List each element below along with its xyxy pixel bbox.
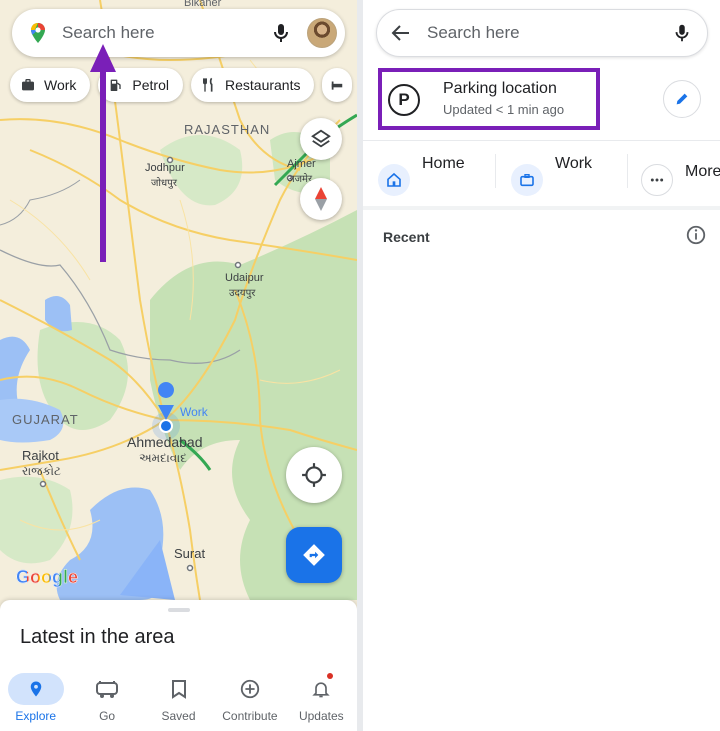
sheet-title: Latest in the area	[20, 626, 175, 648]
nav-updates[interactable]: Updates	[286, 667, 357, 731]
parking-updated-time: Updated < 1 min ago	[443, 102, 565, 117]
home-icon	[378, 164, 410, 196]
car-icon	[79, 673, 135, 705]
place-work-label: Work	[555, 155, 593, 172]
chip-work-label: Work	[44, 77, 77, 93]
more-dots-icon	[641, 164, 673, 196]
nav-saved[interactable]: Saved	[143, 667, 214, 731]
nav-go-label: Go	[99, 709, 116, 723]
pencil-icon	[676, 93, 688, 105]
nav-go[interactable]: Go	[71, 667, 142, 731]
add-circle-icon	[222, 673, 278, 705]
nav-updates-label: Updates	[298, 709, 344, 723]
places-separator	[495, 154, 496, 188]
my-location-button[interactable]	[286, 447, 342, 503]
nav-contribute[interactable]: Contribute	[214, 667, 285, 731]
maps-logo-icon	[31, 23, 45, 43]
location-pin-icon	[7, 673, 64, 705]
notification-dot	[326, 673, 333, 679]
crosshair-icon	[302, 463, 326, 487]
layers-button[interactable]	[300, 118, 342, 160]
map-label-rajasthan: RAJASTHAN	[184, 122, 271, 137]
map-label-ahmedabad: Ahmedabad	[127, 434, 203, 450]
map-label-ahmedabad-local: અમદાવાદ	[139, 451, 187, 465]
map-label-udaipur-local: उदयपुर	[229, 288, 256, 299]
search-input[interactable]: Search here	[427, 23, 671, 43]
map-label-ajmer: Ajmer	[287, 158, 316, 170]
layers-icon	[311, 129, 331, 148]
nav-saved-label: Saved	[161, 709, 196, 723]
search-screen: Search here P Parking location Updated <…	[363, 0, 720, 731]
maps-home-screen: Bikaner RAJASTHAN Jodhpur जोधपुर Ajmer अ…	[0, 0, 357, 731]
bell-icon	[293, 673, 349, 705]
parking-title: Parking location	[443, 80, 557, 97]
map-label-rajkot: Rajkot	[22, 448, 59, 463]
place-home[interactable]: Home	[378, 150, 465, 196]
nav-explore[interactable]: Explore	[0, 667, 71, 731]
place-more-label: More	[685, 163, 720, 180]
compass-button[interactable]	[300, 178, 342, 220]
briefcase-icon	[22, 79, 34, 91]
bed-icon	[332, 81, 343, 90]
chip-restaurants[interactable]: Restaurants	[191, 68, 315, 102]
saved-places-row: Home Work More	[363, 140, 720, 202]
parking-location-row[interactable]: P Parking location Updated < 1 min ago	[363, 64, 720, 136]
search-bar-active[interactable]: Search here	[376, 9, 708, 57]
category-chips: Work Petrol Restaurants	[10, 68, 353, 104]
map-label-udaipur: Udaipur	[225, 272, 264, 284]
section-divider-thick	[363, 206, 720, 210]
map-label-bikaner: Bikaner	[184, 0, 222, 9]
place-work[interactable]: Work	[511, 150, 592, 196]
search-bar[interactable]: Search here	[12, 9, 345, 57]
microphone-icon[interactable]	[671, 22, 693, 44]
chip-petrol-label: Petrol	[132, 77, 169, 93]
directions-icon	[303, 544, 325, 566]
avatar[interactable]	[307, 18, 337, 48]
briefcase-icon	[511, 164, 543, 196]
annotation-arrow-icon	[90, 44, 116, 262]
map-label-rajkot-local: રાજકોટ	[22, 464, 61, 478]
nav-explore-label: Explore	[15, 709, 57, 723]
back-arrow-icon[interactable]	[389, 21, 413, 45]
chip-restaurants-label: Restaurants	[225, 77, 301, 93]
info-icon[interactable]	[685, 224, 707, 246]
nav-contribute-label: Contribute	[222, 709, 278, 723]
map-label-gujarat: GUJARAT	[12, 412, 79, 427]
bookmark-icon	[151, 673, 207, 705]
chip-hotels-partial[interactable]	[322, 68, 353, 102]
edit-parking-button[interactable]	[663, 80, 701, 118]
place-more[interactable]: More	[641, 150, 720, 196]
places-separator	[627, 154, 628, 188]
map-label-jodhpur-local: जोधपुर	[151, 178, 177, 189]
place-home-label: Home	[422, 155, 465, 172]
map-label-work: Work	[180, 405, 208, 419]
chip-work[interactable]: Work	[10, 68, 91, 102]
sheet-grabber[interactable]	[168, 608, 190, 612]
screenshot-root: Bikaner RAJASTHAN Jodhpur जोधपुर Ajmer अ…	[0, 0, 720, 731]
google-logo: Google	[16, 567, 79, 588]
map-label-jodhpur: Jodhpur	[145, 162, 185, 174]
recent-heading: Recent	[383, 229, 430, 245]
fork-knife-icon	[203, 77, 213, 92]
compass-icon	[315, 187, 327, 211]
map-label-surat: Surat	[174, 546, 206, 561]
microphone-icon[interactable]	[269, 21, 293, 45]
parking-icon: P	[388, 84, 420, 116]
bottom-navigation: Explore Go Saved Contribute Updates	[0, 667, 357, 731]
directions-button[interactable]	[286, 527, 342, 583]
